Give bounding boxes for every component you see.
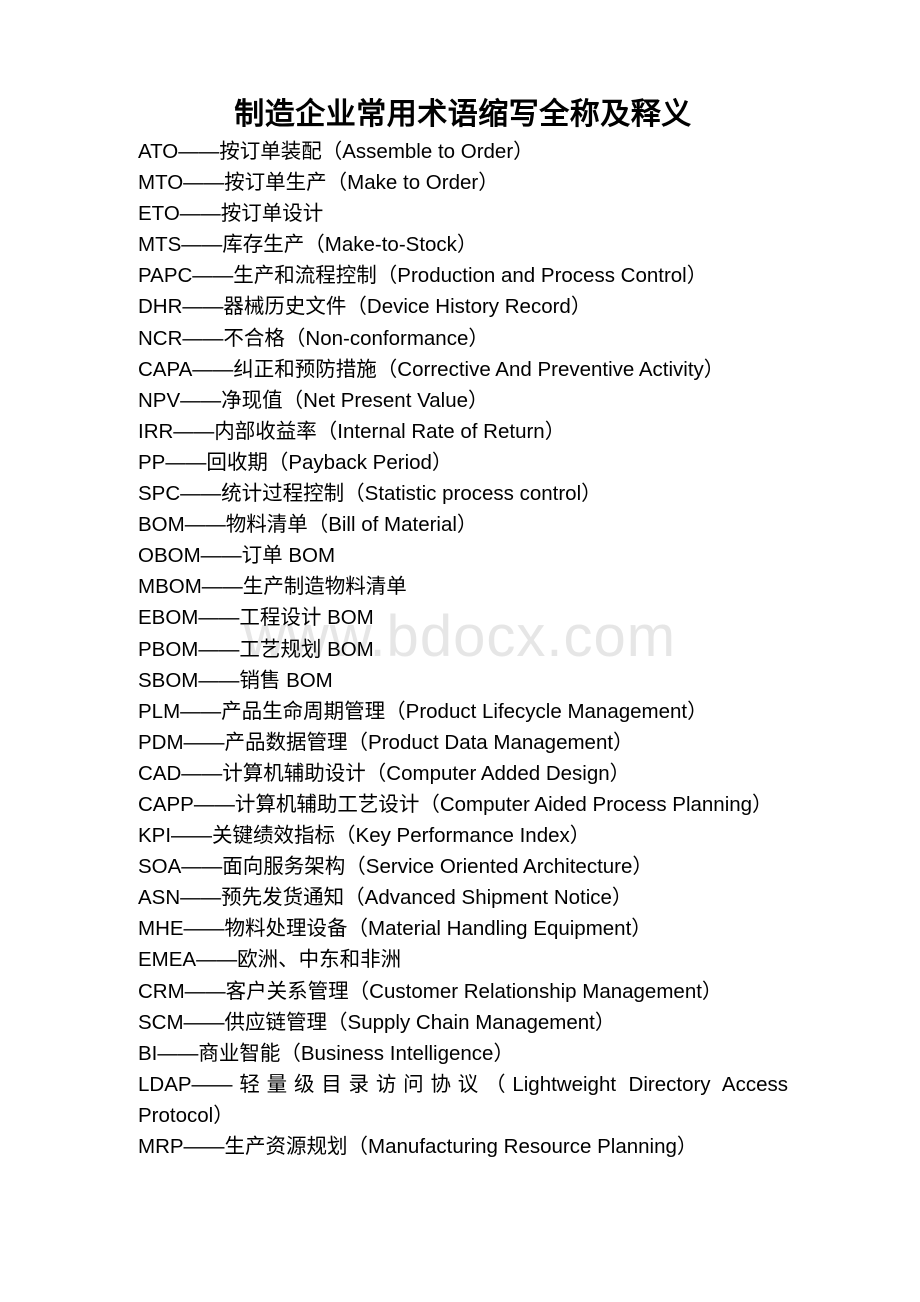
term-line: SPC——统计过程控制（Statistic process control） — [138, 482, 602, 506]
term-line: BOM——物料清单（Bill of Material） — [138, 513, 478, 537]
page-title: 制造企业常用术语缩写全称及释义 — [234, 98, 692, 131]
term-line: SOA——面向服务架构（Service Oriented Architectur… — [138, 855, 653, 879]
term-line: NCR——不合格（Non-conformance） — [138, 326, 489, 350]
term-line: EMEA——欧洲、中东和非洲 — [138, 948, 402, 972]
term-line: MTS——库存生产（Make-to-Stock） — [138, 233, 478, 257]
term-line: OBOM——订单 BOM — [138, 544, 336, 568]
term-line: CRM——客户关系管理（Customer Relationship Manage… — [138, 979, 723, 1003]
term-line: CAPP——计算机辅助工艺设计（Computer Aided Process P… — [138, 792, 773, 816]
term-line: LDAP——轻量级目录访问协议（Lightweight Directory Ac… — [138, 1072, 788, 1127]
term-line: IRR——内部收益率（Internal Rate of Return） — [138, 419, 566, 443]
term-line: PLM——产品生命周期管理（Product Lifecycle Manageme… — [138, 699, 708, 723]
term-line: ATO——按订单装配（Assemble to Order） — [138, 140, 534, 163]
term-line: PP——回收期（Payback Period） — [138, 450, 453, 474]
term-line: SBOM——销售 BOM — [138, 668, 333, 692]
term-line: PAPC——生产和流程控制（Production and Process Con… — [138, 264, 708, 288]
term-line: MHE——物料处理设备（Material Handling Equipment） — [138, 917, 652, 941]
term-line: DHR——器械历史文件（Device History Record） — [138, 295, 592, 319]
term-line: MTO——按订单生产（Make to Order） — [138, 171, 499, 195]
term-line: ASN——预先发货通知（Advanced Shipment Notice） — [138, 886, 633, 910]
term-line: EBOM——工程设计 BOM — [138, 606, 374, 630]
term-line: BI——商业智能（Business Intelligence） — [138, 1041, 514, 1065]
term-line: NPV——净现值（Net Present Value） — [138, 388, 489, 412]
term-line: KPI——关键绩效指标（Key Performance Index） — [138, 824, 591, 848]
term-list: ATO——按订单装配（Assemble to Order） MTO——按订单生产（… — [138, 136, 788, 1162]
term-line: PBOM——工艺规划 BOM — [138, 637, 374, 661]
document-page: www.bdocx.com 制造企业常用术语缩写全称及释义 ATO——按订单装配… — [0, 0, 920, 1302]
term-line: PDM——产品数据管理（Product Data Management） — [138, 730, 634, 754]
term-line: SCM——供应链管理（Supply Chain Management） — [138, 1010, 616, 1034]
term-line: CAPA——纠正和预防措施（Corrective And Preventive … — [138, 357, 725, 381]
document-body: 制造企业常用术语缩写全称及释义 ATO——按订单装配（Assemble to O… — [138, 96, 788, 1162]
term-line: MBOM——生产制造物料清单 — [138, 575, 407, 599]
term-line: ETO——按订单设计 — [138, 202, 324, 226]
term-line: MRP——生产资源规划（Manufacturing Resource Plann… — [138, 1135, 698, 1158]
term-line: CAD——计算机辅助设计（Computer Added Design） — [138, 761, 631, 785]
